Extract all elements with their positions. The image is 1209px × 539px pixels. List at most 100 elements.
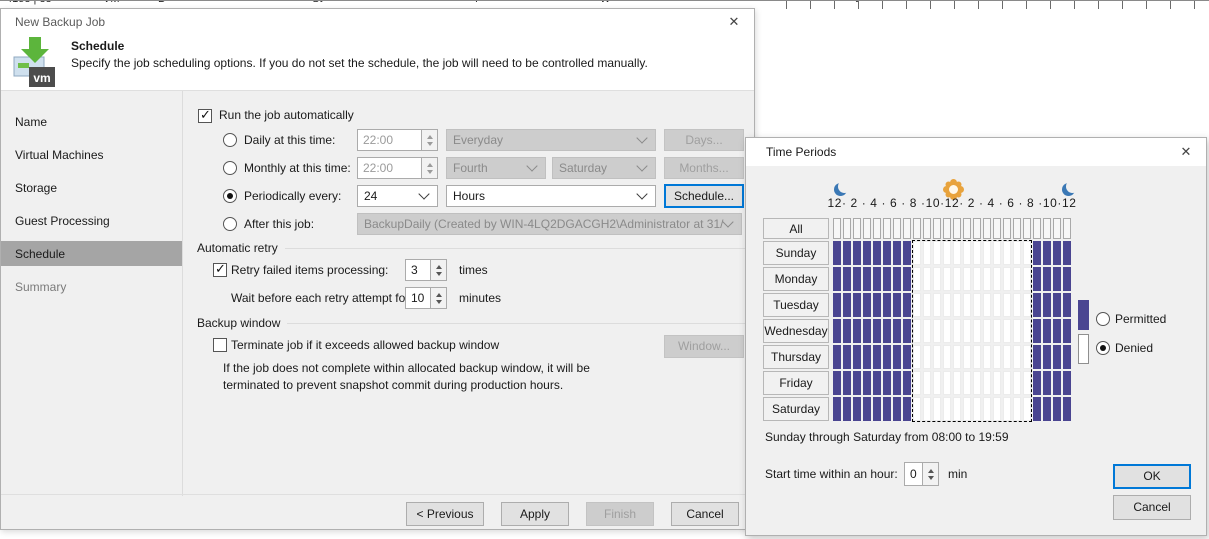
grid-cell[interactable] <box>983 397 991 421</box>
grid-cell[interactable] <box>883 345 891 369</box>
grid-cell[interactable] <box>1033 267 1041 291</box>
grid-cell[interactable] <box>893 345 901 369</box>
grid-cell[interactable] <box>963 345 971 369</box>
grid-cell[interactable] <box>883 241 891 265</box>
grid-cell[interactable] <box>963 267 971 291</box>
start-time-input[interactable]: 0 <box>904 462 939 486</box>
grid-cell[interactable] <box>983 267 991 291</box>
grid-cell[interactable] <box>1033 293 1041 317</box>
grid-cell[interactable] <box>913 267 921 291</box>
grid-cell[interactable] <box>923 397 931 421</box>
hour-tick[interactable] <box>1063 218 1071 239</box>
retry-checkbox[interactable] <box>213 263 227 277</box>
periodically-radio[interactable] <box>223 189 237 203</box>
grid-cell[interactable] <box>913 371 921 395</box>
grid-cell[interactable] <box>903 293 911 317</box>
grid-cell[interactable] <box>973 319 981 343</box>
grid-cell[interactable] <box>873 397 881 421</box>
hour-tick[interactable] <box>933 218 941 239</box>
grid-cell[interactable] <box>853 293 861 317</box>
grid-day-button-friday[interactable]: Friday <box>763 371 829 395</box>
grid-cell[interactable] <box>1043 293 1051 317</box>
grid-cell[interactable] <box>1043 267 1051 291</box>
grid-cell[interactable] <box>1053 267 1061 291</box>
grid-cell[interactable] <box>853 345 861 369</box>
grid-cell[interactable] <box>843 241 851 265</box>
hour-tick[interactable] <box>1033 218 1041 239</box>
grid-cell[interactable] <box>933 319 941 343</box>
grid-cell[interactable] <box>863 345 871 369</box>
grid-cell[interactable] <box>1033 397 1041 421</box>
grid-cell[interactable] <box>1003 397 1011 421</box>
grid-day-button-saturday[interactable]: Saturday <box>763 397 829 421</box>
grid-cell[interactable] <box>903 267 911 291</box>
grid-cell[interactable] <box>1013 371 1021 395</box>
grid-cell[interactable] <box>1063 345 1071 369</box>
hour-tick[interactable] <box>993 218 1001 239</box>
grid-cell[interactable] <box>853 267 861 291</box>
grid-cell[interactable] <box>1013 345 1021 369</box>
grid-cell[interactable] <box>913 397 921 421</box>
grid-cell[interactable] <box>943 293 951 317</box>
sidebar-item-storage[interactable]: Storage <box>1 171 182 204</box>
periodically-unit-select[interactable]: Hours <box>446 185 656 207</box>
grid-cell[interactable] <box>913 293 921 317</box>
terminate-checkbox[interactable] <box>213 338 227 352</box>
apply-button[interactable]: Apply <box>501 502 569 526</box>
grid-cell[interactable] <box>953 345 961 369</box>
grid-cell[interactable] <box>1043 319 1051 343</box>
grid-cell[interactable] <box>953 371 961 395</box>
grid-cell[interactable] <box>843 371 851 395</box>
grid-cell[interactable] <box>993 345 1001 369</box>
after-job-radio[interactable] <box>223 217 237 231</box>
grid-cell[interactable] <box>993 397 1001 421</box>
grid-cell[interactable] <box>923 371 931 395</box>
monthly-radio[interactable] <box>223 161 237 175</box>
grid-cell[interactable] <box>1053 397 1061 421</box>
grid-cell[interactable] <box>843 397 851 421</box>
grid-cell[interactable] <box>913 319 921 343</box>
grid-cell[interactable] <box>843 319 851 343</box>
monthly-time-input[interactable]: 22:00 <box>357 157 438 179</box>
grid-cell[interactable] <box>843 345 851 369</box>
grid-day-button-monday[interactable]: Monday <box>763 267 829 291</box>
grid-cell[interactable] <box>1003 371 1011 395</box>
hour-tick[interactable] <box>953 218 961 239</box>
grid-cell[interactable] <box>1033 241 1041 265</box>
grid-cell[interactable] <box>993 293 1001 317</box>
hour-tick[interactable] <box>883 218 891 239</box>
grid-cell[interactable] <box>943 267 951 291</box>
grid-cell[interactable] <box>833 241 841 265</box>
grid-cell[interactable] <box>1053 241 1061 265</box>
wait-minutes-input[interactable]: 10 <box>405 287 447 309</box>
wait-minutes-spinner[interactable] <box>430 288 446 308</box>
monthly-time-spinner[interactable] <box>421 158 437 178</box>
grid-cell[interactable] <box>903 397 911 421</box>
grid-cell[interactable] <box>993 267 1001 291</box>
grid-cell[interactable] <box>873 319 881 343</box>
hour-tick[interactable] <box>1053 218 1061 239</box>
grid-cell[interactable] <box>833 319 841 343</box>
grid-cell[interactable] <box>883 371 891 395</box>
grid-cell[interactable] <box>863 267 871 291</box>
grid-cell[interactable] <box>1063 293 1071 317</box>
retry-count-spinner[interactable] <box>430 260 446 280</box>
grid-cell[interactable] <box>1063 241 1071 265</box>
grid-day-button-sunday[interactable]: Sunday <box>763 241 829 265</box>
cancel-button[interactable]: Cancel <box>1113 495 1191 520</box>
hour-tick[interactable] <box>1003 218 1011 239</box>
hour-tick[interactable] <box>913 218 921 239</box>
grid-cell[interactable] <box>983 293 991 317</box>
grid-cell[interactable] <box>853 241 861 265</box>
grid-cell[interactable] <box>893 319 901 343</box>
grid-cell[interactable] <box>1033 319 1041 343</box>
hour-tick[interactable] <box>973 218 981 239</box>
run-automatically-checkbox[interactable] <box>198 109 212 123</box>
grid-cell[interactable] <box>903 241 911 265</box>
grid-cell[interactable] <box>1043 345 1051 369</box>
hour-tick[interactable] <box>893 218 901 239</box>
grid-cell[interactable] <box>1003 345 1011 369</box>
hour-tick[interactable] <box>943 218 951 239</box>
hour-tick[interactable] <box>853 218 861 239</box>
grid-cell[interactable] <box>963 319 971 343</box>
